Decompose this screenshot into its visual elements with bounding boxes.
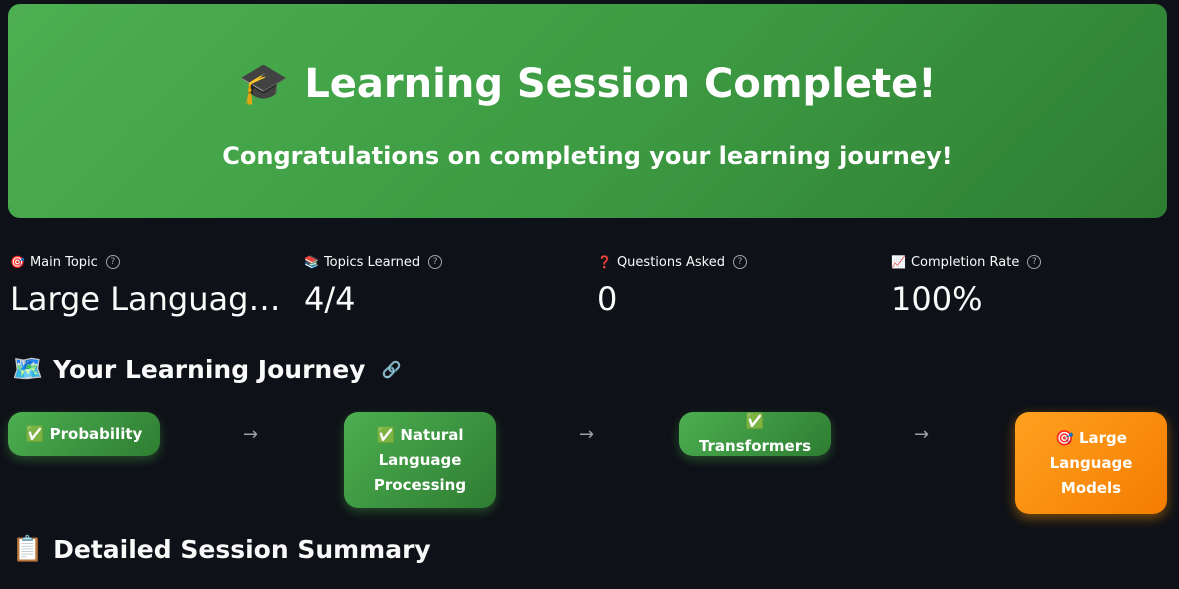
help-icon[interactable]: ? <box>105 255 120 269</box>
question-mark-icon: ❓ <box>597 255 612 269</box>
graduation-cap-icon: 🎓 <box>238 61 289 107</box>
banner-subtitle: Congratulations on completing your learn… <box>222 142 953 170</box>
step-label: Probability <box>49 424 143 443</box>
chart-increasing-icon: 📈 <box>891 255 906 269</box>
arrow-right-icon: → <box>914 424 930 445</box>
metric-label: Questions Asked <box>616 254 725 270</box>
metric-value: 0 <box>597 280 618 318</box>
arrow-right-icon: → <box>243 424 259 445</box>
help-icon[interactable]: ? <box>732 255 747 269</box>
metric-label: Main Topic <box>29 254 98 270</box>
map-icon: 🗺️ <box>12 354 44 383</box>
target-icon: 🎯 <box>10 255 25 269</box>
link-icon[interactable]: 🔗 <box>381 360 401 379</box>
step-label: Transformers <box>698 437 812 455</box>
check-icon: ✅ <box>376 425 396 444</box>
summary-heading: 📋 Detailed Session Summary <box>12 534 431 564</box>
metric-value: Large Language Models <box>10 280 290 318</box>
journey-step-llm-current: 🎯 Large Language Models <box>1015 412 1167 514</box>
summary-heading-text: Detailed Session Summary <box>53 534 431 564</box>
target-icon: 🎯 <box>1055 428 1074 447</box>
clipboard-icon: 📋 <box>12 534 44 563</box>
metric-label: Topics Learned <box>323 254 421 270</box>
metric-value: 4/4 <box>304 280 356 318</box>
journey-step-transformers: ✅ Transformers <box>679 412 831 456</box>
help-icon[interactable]: ? <box>428 255 443 269</box>
journey-heading-text: Your Learning Journey <box>53 354 366 384</box>
journey-step-probability: ✅ Probability <box>8 412 160 456</box>
metric-value: 100% <box>891 280 983 318</box>
arrow-right-icon: → <box>579 424 595 445</box>
check-icon: ✅ <box>25 424 45 443</box>
completion-banner: 🎓 Learning Session Complete! Congratulat… <box>8 4 1167 218</box>
metric-questions-asked: ❓ Questions Asked ? 0 <box>597 252 883 318</box>
journey-step-nlp: ✅ Natural Language Processing <box>344 412 496 508</box>
help-icon[interactable]: ? <box>1027 255 1042 269</box>
banner-title: 🎓 Learning Session Complete! <box>8 60 1167 108</box>
metric-topics-learned: 📚 Topics Learned ? 4/4 <box>304 252 590 318</box>
metric-label: Completion Rate <box>910 254 1020 270</box>
banner-title-text: Learning Session Complete! <box>304 60 937 107</box>
metric-completion-rate: 📈 Completion Rate ? 100% <box>891 252 1177 318</box>
check-icon: ✅ <box>745 412 765 430</box>
books-icon: 📚 <box>304 255 319 269</box>
metric-main-topic: 🎯 Main Topic ? Large Language Models <box>10 252 296 319</box>
journey-heading: 🗺️ Your Learning Journey 🔗 <box>12 354 401 384</box>
